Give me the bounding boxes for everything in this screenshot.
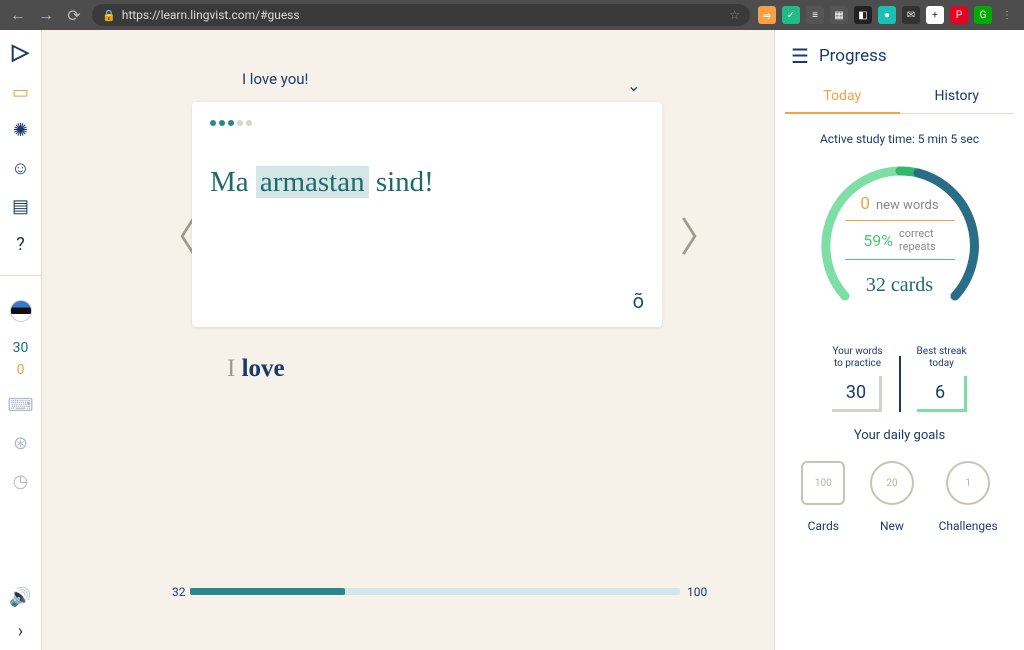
translation-pre: I (227, 355, 242, 382)
special-char-button[interactable]: õ (633, 289, 644, 313)
browser-chrome: ← → ⟳ 🔒 https://learn.lingvist.com/#gues… (0, 0, 1024, 30)
goal-cards-icon: 100 (801, 461, 845, 505)
tab-today[interactable]: Today (785, 80, 900, 114)
ext-grid-icon[interactable]: ≡ (806, 6, 824, 24)
url-text: https://learn.lingvist.com/#guess (122, 8, 300, 22)
gauge: 0new words 59%correct repeats 32 cards (815, 156, 985, 326)
atom-icon[interactable]: ⊛ (8, 432, 34, 454)
sidebar: ▷ ▭ ✺ ☺ ▤ ? 30 0 ⌨ ⊛ ◷ 🔊 › (0, 30, 42, 650)
goal-cards-label: Cards (801, 519, 845, 533)
translation: I love (227, 355, 285, 383)
hint-text: I love you! (242, 70, 754, 88)
goals-row: 100 Cards 20 New 1 Challenges (785, 461, 1014, 533)
stat-practice-value: 30 (832, 376, 882, 412)
progress-dots (210, 120, 644, 126)
flag-icon[interactable] (10, 300, 32, 322)
repeats-row: 59%correct repeats (845, 227, 955, 260)
ext-rss-icon[interactable]: ⥤ (758, 6, 776, 24)
translation-word: love (242, 355, 285, 382)
progress-total: 100 (687, 585, 707, 599)
tips-icon[interactable]: ✺ (8, 119, 34, 141)
stat-streak-label: Best streak today (917, 346, 967, 370)
address-bar[interactable]: 🔒 https://learn.lingvist.com/#guess ☆ (92, 4, 750, 26)
expand-icon[interactable]: › (8, 620, 34, 642)
ext-pinterest-icon[interactable]: P (950, 6, 968, 24)
goal-challenges-icon: 1 (946, 461, 990, 505)
tab-history[interactable]: History (900, 80, 1015, 114)
goal-new-icon: 20 (870, 461, 914, 505)
progress-fill (190, 588, 345, 595)
lock-icon: 🔒 (102, 9, 116, 22)
reload-button[interactable]: ⟳ (64, 6, 84, 25)
ext-apps-icon[interactable]: ▦ (830, 6, 848, 24)
sound-icon[interactable]: 🔊 (8, 586, 34, 608)
ext-shield-icon[interactable]: ✓ (782, 6, 800, 24)
chevron-down-icon[interactable]: ⌄ (627, 76, 640, 95)
main-area: I love you! ⌄ 〈 〉 Ma armastan sind! õ I … (42, 30, 774, 650)
cards-icon[interactable]: ▭ (8, 81, 34, 103)
menu-icon[interactable]: ☰ (791, 44, 809, 68)
goal-new[interactable]: 20 New (870, 461, 914, 533)
study-time: Active study time: 5 min 5 sec (785, 132, 1014, 146)
ext-grammarly-icon[interactable]: G (974, 6, 992, 24)
ext-plus-icon[interactable]: + (926, 6, 944, 24)
sidebar-count-orange: 0 (17, 362, 25, 378)
next-arrow[interactable]: 〉 (680, 205, 720, 263)
stats-row: Your words to practice 30 Best streak to… (785, 346, 1014, 412)
sentence-highlight[interactable]: armastan (256, 166, 369, 198)
flashcard: Ma armastan sind! õ (192, 102, 662, 327)
cards-count: 32 cards (815, 274, 985, 297)
sentence-pre: Ma (210, 166, 256, 198)
browser-menu-icon[interactable]: ⋮ (998, 6, 1016, 24)
keyboard-icon[interactable]: ⌨ (8, 394, 34, 416)
goal-challenges[interactable]: 1 Challenges (939, 461, 998, 533)
sidebar-count-blue: 30 (13, 340, 29, 356)
timer-icon[interactable]: ◷ (8, 470, 34, 492)
star-icon[interactable]: ☆ (729, 8, 740, 22)
goal-new-label: New (870, 519, 914, 533)
goal-cards[interactable]: 100 Cards (801, 461, 845, 533)
goals-title: Your daily goals (785, 428, 1014, 443)
ext-teal-icon[interactable]: ● (878, 6, 896, 24)
goal-challenges-label: Challenges (939, 519, 998, 533)
stat-practice-label: Your words to practice (832, 346, 882, 370)
ext-mail-icon[interactable]: ✉ (902, 6, 920, 24)
logo[interactable]: ▷ (12, 40, 29, 65)
help-icon[interactable]: ? (8, 233, 34, 255)
new-words-row: 0new words (845, 194, 955, 221)
extensions: ⥤ ✓ ≡ ▦ ◧ ● ✉ + P G ⋮ (758, 6, 1016, 24)
book-icon[interactable]: ▤ (8, 195, 34, 217)
progress-panel: ☰ Progress Today History Active study ti… (774, 30, 1024, 650)
back-button[interactable]: ← (8, 5, 28, 25)
forward-button[interactable]: → (36, 5, 56, 25)
panel-title: Progress (819, 46, 887, 66)
profile-icon[interactable]: ☺ (8, 157, 34, 179)
ext-dark-icon[interactable]: ◧ (854, 6, 872, 24)
progress-current: 32 (172, 585, 186, 599)
stat-streak-value: 6 (917, 376, 967, 412)
tabs: Today History (785, 80, 1014, 114)
stat-separator (899, 356, 901, 412)
sentence-post: sind! (369, 166, 434, 198)
prev-arrow[interactable]: 〈 (157, 205, 197, 263)
sentence: Ma armastan sind! (210, 166, 644, 199)
divider (0, 275, 42, 276)
